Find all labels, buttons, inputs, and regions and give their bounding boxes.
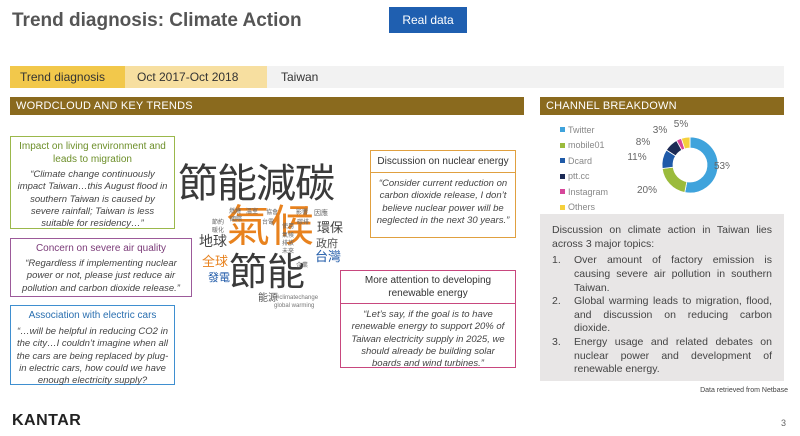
real-data-button[interactable]: Real data [389,7,467,33]
callout-title: Association with electric cars [28,310,157,321]
wordcloud-word: 使用 [282,223,295,230]
wordcloud-word: 燃燒 [229,208,242,215]
summary-item-text: Energy usage and related debates on nucl… [574,336,772,376]
legend-swatch [560,127,565,133]
legend-label: Others [568,202,596,213]
kantar-logo: KANTAR [12,412,82,429]
channel-section-header: CHANNEL BREAKDOWN [540,97,784,115]
donut-label: 8% [636,137,651,148]
filter-bar: Trend diagnosis Oct 2017-Oct 2018 Taiwan [10,66,784,88]
callout-renewable-energy: More attention to developing renewable e… [340,270,516,369]
legend-swatch [560,173,565,179]
wordcloud-word: global warming [274,303,315,309]
wordcloud-word: 國際 [230,216,243,223]
wordcloud-word: 未來 [282,248,295,255]
legend-label: Twitter [568,124,595,135]
legend-item: Dcard [560,153,608,169]
legend-item: Twitter [560,122,608,138]
donut-label: 5% [674,119,689,130]
summary-list: 1. Over amount of factory emission is cau… [552,254,772,377]
callout-air-quality: Concern on severe air quality “Regardles… [10,238,192,297]
page-title: Trend diagnosis: Climate Action [12,10,302,31]
callout-title: Impact on living environment and leads t… [19,141,166,165]
wordcloud-word: 節約 [212,219,225,226]
channel-donut-chart: 53% 20% 11% 8%3% 5% [627,119,730,196]
wordcloud-word: 影響 [296,209,309,216]
wordcloud-word: 台電 [262,219,275,226]
legend-item: Instagram [560,184,608,200]
legend-swatch [560,204,565,210]
donut-label: 11% [627,152,646,163]
legend-item: Others [560,200,608,216]
summary-item: 2. Global warming leads to migration, flo… [552,295,772,336]
channel-legend: Twitter mobile01 Dcard ptt.cc Instagram Other… [560,122,608,215]
summary-item: 3. Energy usage and related debates on nu… [552,336,772,377]
callout-quote: “…will be helpful in reducing CO2 in the… [16,326,169,387]
summary-intro: Discussion on climate action in Taiwan l… [552,224,772,250]
callout-quote: “Regardless if implementing nuclear powe… [22,258,180,294]
donut-slice [661,166,688,193]
callout-title: Concern on severe air quality [35,243,167,254]
callout-nuclear-energy: Discussion on nuclear energy “Consider c… [370,150,516,238]
wordcloud-word: 排放 [282,240,295,247]
legend-label: Instagram [568,186,609,197]
legend-item: ptt.cc [560,169,608,185]
page-number: 3 [780,418,786,428]
wordcloud-word: 因應 [314,209,328,217]
donut-label: 53% [714,161,730,172]
callout-quote: “Consider current reduction on carbon di… [376,178,510,227]
callout-electric-cars: Association with electric cars “…will be… [10,305,175,386]
callout-title: More attention to developing renewable e… [341,271,515,304]
wordcloud-word: 發電 [208,271,230,284]
legend-label: Dcard [568,155,593,166]
wordcloud-word: 協會 [266,209,279,216]
summary-item-number: 1. [552,254,561,267]
wordcloud-section-header: WORDCLOUD AND KEY TRENDS [10,97,524,115]
legend-swatch [560,142,565,148]
callout-title: Discussion on nuclear energy [371,151,515,173]
summary-box: Discussion on climate action in Taiwan l… [540,214,784,381]
source-note: Data retrieved from Netbase [700,387,788,394]
filter-region[interactable]: Taiwan [267,70,318,84]
callout-living-environment: Impact on living environment and leads t… [10,136,175,229]
legend-label: ptt.cc [568,171,590,182]
legend-swatch [560,158,565,164]
filter-period[interactable]: Oct 2017-Oct 2018 [125,66,267,88]
summary-item-text: Over amount of factory emission is causi… [574,254,772,294]
wordcloud-word: 全球 [202,255,229,270]
legend-label: mobile01 [568,140,605,151]
wordcloud-word: 企業 [296,262,309,269]
wordcloud-word: 地球 [199,234,227,250]
wordcloud-word: 環保 [317,221,344,236]
wordcloud-word: 溫室 [246,208,259,215]
donut-label: 20% [637,185,657,196]
legend-swatch [560,189,565,195]
filter-section[interactable]: Trend diagnosis [10,66,125,88]
wordcloud-word: 碳排 [297,219,310,226]
summary-item-text: Global warming leads to migration, flood… [574,295,772,335]
wordcloud-word: 暖化 [212,227,225,234]
summary-item-number: 2. [552,295,561,308]
summary-item-number: 3. [552,336,561,349]
wordcloud-word: 節能減碳 [178,161,335,207]
wordcloud-word: 氣候 [282,232,295,239]
wordcloud-word: 政府 [316,237,338,250]
callout-quote: “Climate change continuously impact Taiw… [17,169,168,230]
wordcloud-word: 節能 [229,250,306,294]
wordcloud-word: 台灣 [315,250,342,265]
callout-quote: “Let’s say, if the goal is to have renew… [351,309,505,370]
wordcloud-word: #climatechange [276,295,319,301]
legend-item: mobile01 [560,138,608,154]
donut-label: 3% [653,125,668,136]
summary-item: 1. Over amount of factory emission is cau… [552,254,772,295]
